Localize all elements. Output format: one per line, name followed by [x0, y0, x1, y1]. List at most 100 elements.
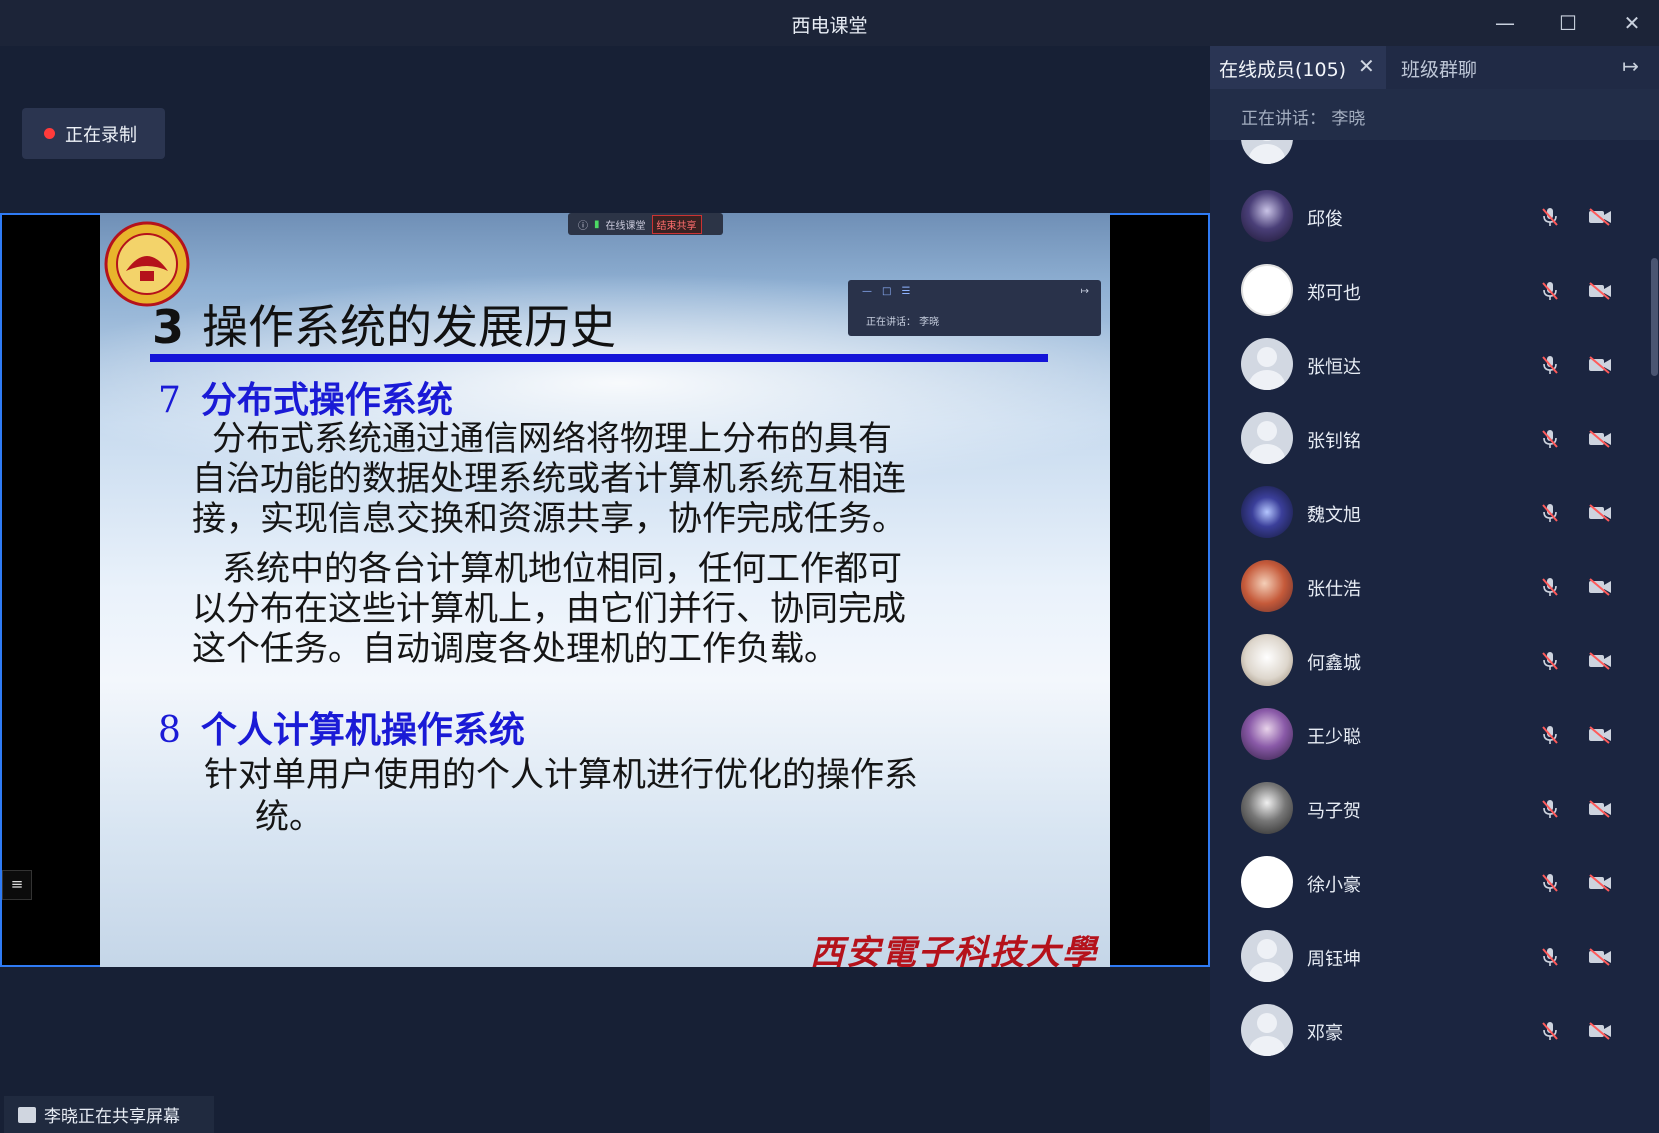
para3-line1: 针对单用户使用的个人计算机进行优化的操作系 — [204, 755, 918, 795]
avatar — [1241, 412, 1293, 464]
mic-muted-icon[interactable] — [1540, 206, 1560, 228]
current-speaker: 正在讲话： 李晓 — [1210, 89, 1659, 140]
section-8-heading: 8 个人计算机操作系统 — [158, 710, 525, 751]
avatar — [1241, 782, 1293, 834]
camera-off-icon[interactable] — [1588, 800, 1612, 818]
title-bar: 西电课堂 — ☐ ✕ — [0, 0, 1659, 46]
member-row[interactable]: 郑可也 — [1210, 252, 1650, 330]
member-row[interactable]: 张恒达 — [1210, 326, 1650, 404]
avatar — [1241, 634, 1293, 686]
mini-toolbar-app: 在线课堂 — [605, 220, 646, 232]
avatar — [1241, 338, 1293, 390]
mic-muted-icon[interactable] — [1540, 428, 1560, 450]
section-7-heading: 7 分布式操作系统 — [158, 380, 453, 421]
avatar — [1241, 264, 1293, 316]
member-row[interactable]: 周钰坤 — [1210, 918, 1650, 996]
camera-off-icon[interactable] — [1588, 726, 1612, 744]
para1-line2: 自治功能的数据处理系统或者计算机系统互相连 — [192, 459, 906, 499]
mini-panel-icons: —□☰ — [862, 286, 921, 297]
member-name: 徐小豪 — [1307, 875, 1361, 896]
screen-share-notice: 李晓正在共享屏幕 — [4, 1096, 214, 1133]
member-row[interactable]: 邱俊 — [1210, 178, 1650, 256]
camera-off-icon[interactable] — [1588, 1022, 1612, 1040]
para2-line1: 系统中的各台计算机地位相同，任何工作都可 — [222, 549, 902, 589]
university-name: 西安電子科技大學 — [810, 933, 1098, 967]
mic-muted-icon[interactable] — [1540, 650, 1560, 672]
mic-muted-icon[interactable] — [1540, 872, 1560, 894]
maximize-icon[interactable]: ☐ — [1548, 8, 1588, 38]
member-row[interactable]: 何鑫城 — [1210, 622, 1650, 700]
recording-label: 正在录制 — [65, 124, 137, 146]
member-list-scrollbar[interactable] — [1651, 258, 1658, 376]
avatar — [1241, 1004, 1293, 1056]
member-row[interactable]: 张仕浩 — [1210, 548, 1650, 626]
close-tab-icon[interactable]: ✕ — [1358, 54, 1375, 78]
camera-off-icon[interactable] — [1588, 430, 1612, 448]
member-row[interactable]: 邓豪 — [1210, 992, 1650, 1070]
shared-mini-toolbar: ⓘ ▮ 在线课堂 结束共享 — [568, 213, 723, 235]
slide-title-rule — [150, 354, 1048, 362]
screen-share-icon — [18, 1106, 36, 1123]
para2-line3: 这个任务。自动调度各处理机的工作负载。 — [192, 629, 838, 669]
camera-off-icon[interactable] — [1588, 948, 1612, 966]
mic-muted-icon[interactable] — [1540, 502, 1560, 524]
member-name: 马子贺 — [1307, 801, 1361, 822]
avatar — [1241, 930, 1293, 982]
mic-muted-icon[interactable] — [1540, 354, 1560, 376]
shared-mini-panel: —□☰ ↦ 正在讲话： 李晓 — [848, 280, 1101, 336]
para3-line2: 统。 — [255, 797, 323, 837]
minimize-icon[interactable]: — — [1485, 8, 1525, 38]
slide-title-number: 3 — [152, 300, 185, 354]
tab-online-members[interactable]: 在线成员(105) ✕ — [1210, 46, 1386, 89]
avatar — [1241, 140, 1293, 164]
mini-panel-exit-icon: ↦ — [1080, 286, 1089, 297]
member-row[interactable]: 张钊铭 — [1210, 400, 1650, 478]
app-window: 西电课堂 — ☐ ✕ 正在录制 3 操作系统的发展历史 7 分布式操作系统 分布式系… — [0, 0, 1659, 1133]
mic-muted-icon[interactable] — [1540, 1020, 1560, 1042]
window-title: 西电课堂 — [791, 15, 868, 37]
share-notice-text: 李晓正在共享屏幕 — [44, 1107, 180, 1127]
member-name: 郑可也 — [1307, 283, 1361, 304]
tab-class-chat[interactable]: 班级群聊 — [1401, 55, 1477, 82]
collapse-panel-icon[interactable]: ↦ — [1622, 54, 1639, 78]
camera-off-icon[interactable] — [1588, 504, 1612, 522]
mini-panel-speaking: 正在讲话： 李晓 — [866, 317, 940, 328]
members-panel: 在线成员(105) ✕ 班级群聊 ↦ 正在讲话： 李晓 邱俊郑可也张恒达 张钊铭魏… — [1210, 46, 1659, 1133]
member-name: 周钰坤 — [1307, 949, 1361, 970]
camera-off-icon[interactable] — [1588, 356, 1612, 374]
record-dot-icon — [44, 128, 55, 139]
member-row-partial — [1210, 140, 1650, 178]
mic-muted-icon[interactable] — [1540, 798, 1560, 820]
para2-line2: 以分布在这些计算机上，由它们并行、协同完成 — [192, 589, 906, 629]
close-icon[interactable]: ✕ — [1612, 8, 1652, 38]
avatar — [1241, 486, 1293, 538]
member-name: 张仕浩 — [1307, 579, 1361, 600]
mini-end-share-button: 结束共享 — [651, 214, 702, 234]
camera-off-icon[interactable] — [1588, 874, 1612, 892]
para1-line3: 接，实现信息交换和资源共享，协作完成任务。 — [192, 499, 906, 539]
camera-off-icon[interactable] — [1588, 282, 1612, 300]
camera-off-icon[interactable] — [1588, 208, 1612, 226]
member-name: 王少聪 — [1307, 727, 1361, 748]
mic-muted-icon[interactable] — [1540, 724, 1560, 746]
mic-muted-icon[interactable] — [1540, 946, 1560, 968]
avatar — [1241, 190, 1293, 242]
slide-title-text: 操作系统的发展历史 — [202, 300, 617, 354]
camera-off-icon[interactable] — [1588, 578, 1612, 596]
slide-title: 3 操作系统的发展历史 — [152, 291, 616, 357]
panel-tabs: 在线成员(105) ✕ 班级群聊 ↦ — [1210, 46, 1659, 89]
camera-off-icon[interactable] — [1588, 652, 1612, 670]
avatar — [1241, 560, 1293, 612]
signal-icon: ▮ — [594, 218, 600, 230]
member-list[interactable]: 邱俊郑可也张恒达 张钊铭 魏文旭张仕浩何鑫城王少聪马子贺徐小豪周钰坤邓豪 — [1210, 140, 1650, 1133]
avatar — [1241, 856, 1293, 908]
member-name: 邓豪 — [1307, 1023, 1343, 1044]
mic-muted-icon[interactable] — [1540, 576, 1560, 598]
toggle-list-icon[interactable]: ≡ — [2, 870, 32, 900]
recording-button[interactable]: 正在录制 — [22, 108, 165, 159]
mic-muted-icon[interactable] — [1540, 280, 1560, 302]
member-row[interactable]: 王少聪 — [1210, 696, 1650, 774]
member-row[interactable]: 马子贺 — [1210, 770, 1650, 848]
member-row[interactable]: 徐小豪 — [1210, 844, 1650, 922]
member-row[interactable]: 魏文旭 — [1210, 474, 1650, 552]
